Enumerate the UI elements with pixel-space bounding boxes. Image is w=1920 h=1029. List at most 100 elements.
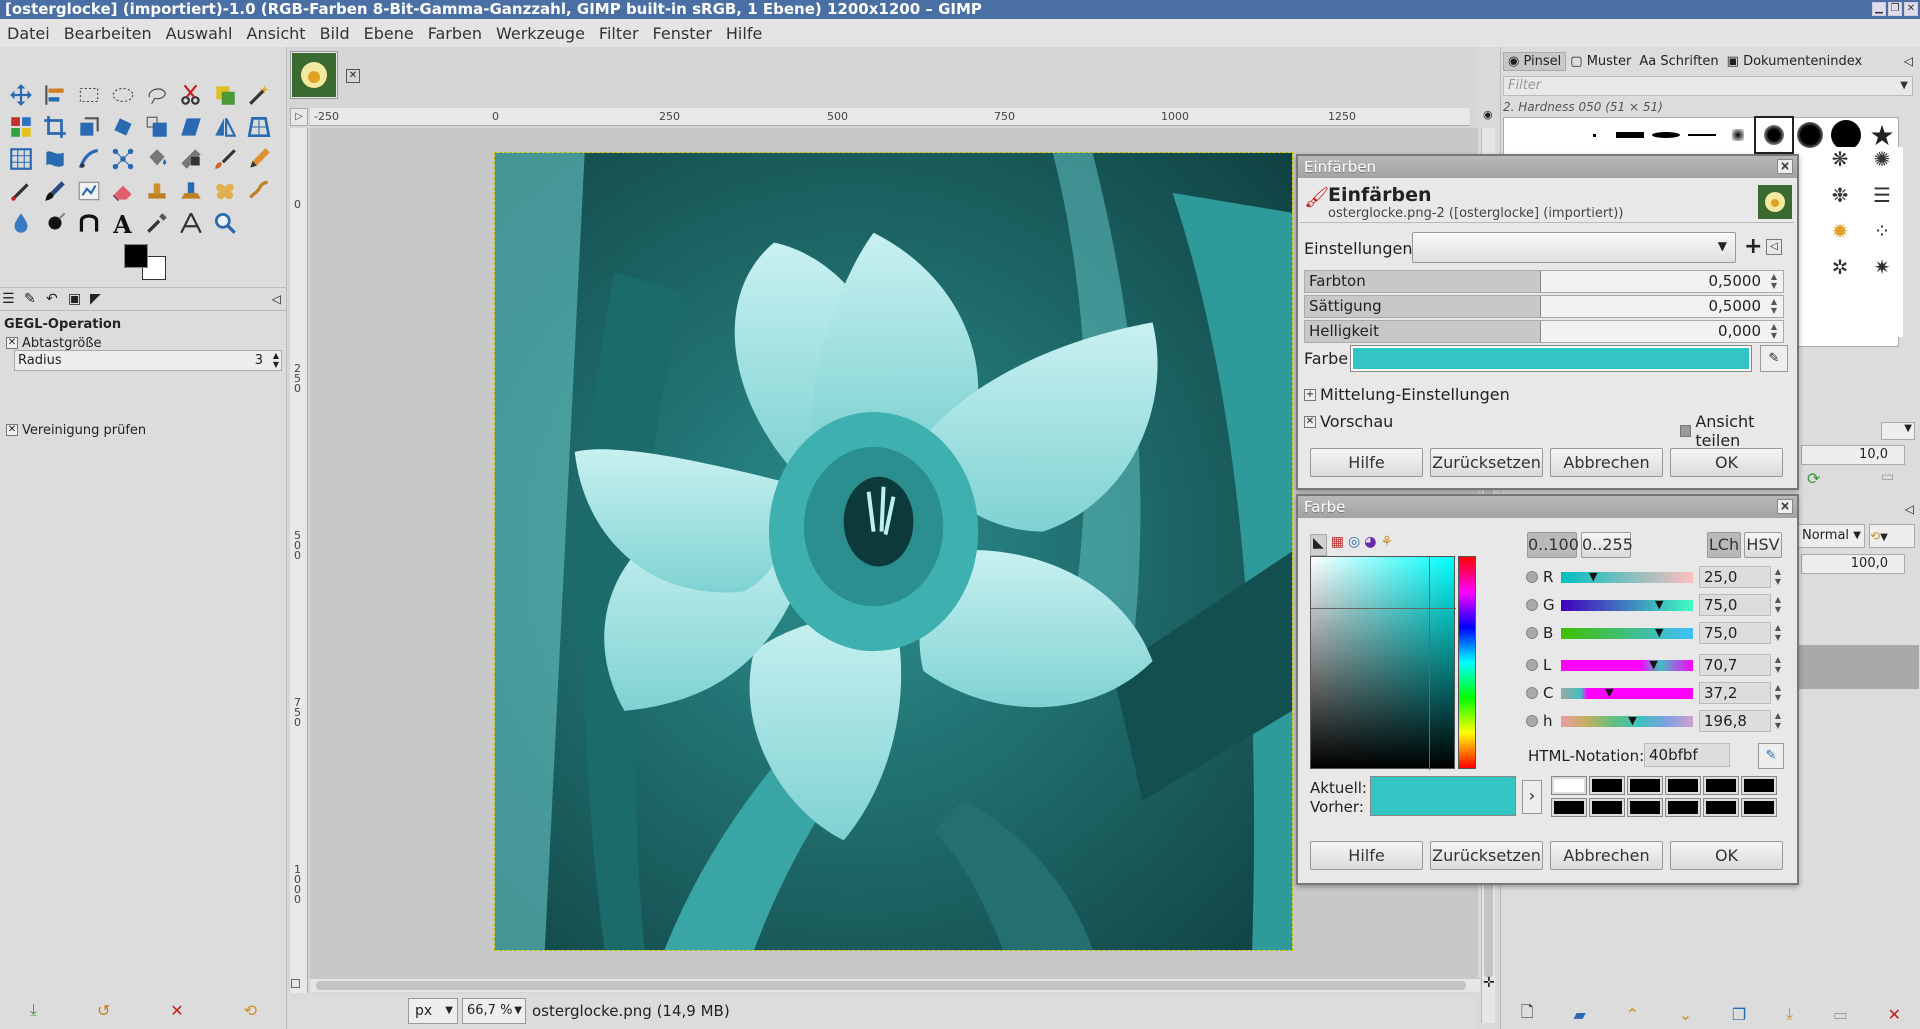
watercolor-selector-icon[interactable]: ◕ [1364, 534, 1376, 556]
ok-button[interactable]: OK [1670, 448, 1783, 477]
measure-tool-icon[interactable] [174, 207, 208, 239]
spin-arrows-icon[interactable]: ▲ ▼ [273, 351, 279, 369]
ellipse-select-icon[interactable] [106, 79, 140, 111]
radio-icon[interactable] [1526, 659, 1538, 671]
layer-opacity-spinner[interactable]: 100,0 [1801, 554, 1905, 574]
perspective-clone-icon[interactable] [174, 175, 208, 207]
preset-menu-icon[interactable]: ◁ [1766, 239, 1782, 255]
cancel-button[interactable]: Abbrechen [1550, 841, 1663, 870]
menu-ebene[interactable]: Ebene [357, 24, 421, 43]
gradient-tool-icon[interactable] [174, 143, 208, 175]
horizontal-scrollbar[interactable] [310, 978, 1480, 992]
brush-item[interactable] [1540, 118, 1576, 152]
preview-checkbox[interactable]: ✕ Vorschau [1304, 412, 1393, 431]
spin-arrows-icon[interactable]: ▲ ▼ [1771, 567, 1785, 587]
device-status-tab-icon[interactable]: ✎ [24, 291, 46, 307]
configure-tab-icon[interactable]: ◁ [1905, 502, 1914, 516]
lightness-slider[interactable]: Helligkeit 0,000 ▲ ▼ [1304, 320, 1784, 343]
scissors-select-icon[interactable] [174, 79, 208, 111]
splatter-brush-icon[interactable]: ❉ [1819, 183, 1861, 219]
gimp-selector-icon[interactable]: ◣ [1310, 534, 1327, 556]
splatter-brush-icon[interactable]: ⁘ [1861, 219, 1903, 255]
current-previous-swatch[interactable] [1370, 776, 1516, 816]
eraser-icon[interactable] [106, 175, 140, 207]
brush-item-selected[interactable] [1754, 116, 1794, 154]
pointer-tab-icon[interactable]: ◤ [90, 291, 112, 307]
wheel-selector-icon[interactable]: ◎ [1348, 534, 1360, 556]
cancel-button[interactable]: Abbrechen [1550, 448, 1663, 477]
sparkle-brush-icon[interactable]: ✹ [1819, 219, 1861, 255]
perspective-tool-icon[interactable] [242, 111, 276, 143]
menu-farben[interactable]: Farben [421, 24, 489, 43]
splatter-brush-icon[interactable]: ✺ [1861, 147, 1903, 183]
tab-dokumentenindex[interactable]: ▣ Dokumentenindex [1723, 53, 1867, 70]
menu-bearbeiten[interactable]: Bearbeiten [57, 24, 159, 43]
channel-row-g[interactable]: G ▼ 75,0 ▲ ▼ [1526, 594, 1785, 616]
configure-tab-icon[interactable]: ◁ [272, 292, 281, 306]
menu-ansicht[interactable]: Ansicht [240, 24, 313, 43]
spin-arrows-icon[interactable]: ▲ ▼ [1771, 623, 1785, 643]
spin-arrows-icon[interactable]: ▲ ▼ [1771, 655, 1785, 675]
rect-select-icon[interactable] [72, 79, 106, 111]
cage-transform-icon[interactable] [4, 143, 38, 175]
hue-strip[interactable] [1458, 556, 1476, 769]
brush-item[interactable] [1612, 118, 1648, 152]
saturation-slider[interactable]: Sättigung 0,5000 ▲ ▼ [1304, 295, 1784, 318]
minimize-icon[interactable]: ▁ [1872, 2, 1886, 16]
pencil-icon[interactable] [242, 143, 276, 175]
quick-mask-corner-icon[interactable]: ▷ [290, 108, 308, 126]
spin-arrows-icon[interactable]: ▲ ▼ [1771, 595, 1785, 615]
color-picker-icon[interactable] [140, 207, 174, 239]
range-0-255-button[interactable]: 0..255 [1581, 532, 1633, 558]
brush-grid-extra[interactable]: ❋ ✺ ❉ ☰ ✹ ⁘ ✲ ✷ [1819, 147, 1903, 337]
channel-row-l[interactable]: L ▼ 70,7 ▲ ▼ [1526, 654, 1785, 676]
zoom-select[interactable]: 66,7 % ▼ [462, 998, 526, 1024]
navigate-icon[interactable]: ☐ [290, 977, 301, 991]
zoom-tool-icon[interactable] [208, 207, 242, 239]
align-tool-icon[interactable] [38, 79, 72, 111]
add-preset-icon[interactable]: + [1744, 234, 1762, 259]
spin-arrows-icon[interactable]: ▲ ▼ [1767, 322, 1781, 341]
palette-selector-icon[interactable]: ⚘ [1380, 534, 1393, 556]
brush-item[interactable] [1720, 118, 1756, 152]
fg-bg-colors[interactable] [122, 242, 168, 284]
reset-options-icon[interactable]: ⟲ [244, 1001, 257, 1020]
history-swatch[interactable] [1627, 776, 1663, 795]
hue-slider[interactable]: Farbton 0,5000 ▲ ▼ [1304, 270, 1784, 293]
select-by-color-icon[interactable] [4, 111, 38, 143]
brush-item[interactable] [1504, 118, 1540, 152]
spin-arrows-icon[interactable]: ▲ ▼ [1771, 711, 1785, 731]
help-button[interactable]: Hilfe [1310, 448, 1423, 477]
channel-value-h[interactable]: 196,8 [1699, 710, 1771, 732]
smudge-tool-icon[interactable] [242, 175, 276, 207]
clone-tool-icon[interactable] [140, 175, 174, 207]
radio-icon[interactable] [1526, 571, 1538, 583]
history-swatch[interactable] [1665, 776, 1701, 795]
ok-button[interactable]: OK [1670, 841, 1783, 870]
channel-row-r[interactable]: R ▼ 25,0 ▲ ▼ [1526, 566, 1785, 588]
splatter-brush-icon[interactable]: ✷ [1861, 255, 1903, 291]
history-swatch[interactable] [1589, 798, 1625, 817]
settings-preset-select[interactable]: ▼ [1412, 232, 1736, 263]
dock-chevron[interactable]: ▼ [1881, 422, 1915, 440]
channel-bar-b[interactable]: ▼ [1561, 626, 1693, 639]
new-layer-group-icon[interactable]: ▰ [1574, 1005, 1586, 1024]
html-notation-input[interactable]: 40bfbf [1644, 743, 1730, 767]
close-icon[interactable]: ✕ [1904, 2, 1918, 16]
daffodil-image[interactable] [494, 152, 1293, 951]
channel-row-b[interactable]: B ▼ 75,0 ▲ ▼ [1526, 622, 1785, 644]
close-icon[interactable]: ✕ [1777, 159, 1793, 174]
channel-value-c[interactable]: 37,2 [1699, 682, 1771, 704]
brush-filter-input[interactable]: Filter ▼ [1503, 76, 1913, 96]
channel-bar-l[interactable]: ▼ [1561, 658, 1693, 671]
foreground-color-swatch[interactable] [124, 244, 148, 268]
duplicate-layer-icon[interactable]: ❐ [1732, 1005, 1746, 1024]
unit-select[interactable]: px ▼ [408, 998, 458, 1024]
menu-fenster[interactable]: Fenster [646, 24, 719, 43]
nodes-tool-icon[interactable] [106, 143, 140, 175]
history-swatch[interactable] [1589, 776, 1625, 795]
zoom-fit-icon[interactable]: ◉ [1483, 108, 1497, 126]
hsv-button[interactable]: HSV [1744, 532, 1782, 558]
radio-icon[interactable] [1526, 687, 1538, 699]
channel-value-g[interactable]: 75,0 [1699, 594, 1771, 616]
